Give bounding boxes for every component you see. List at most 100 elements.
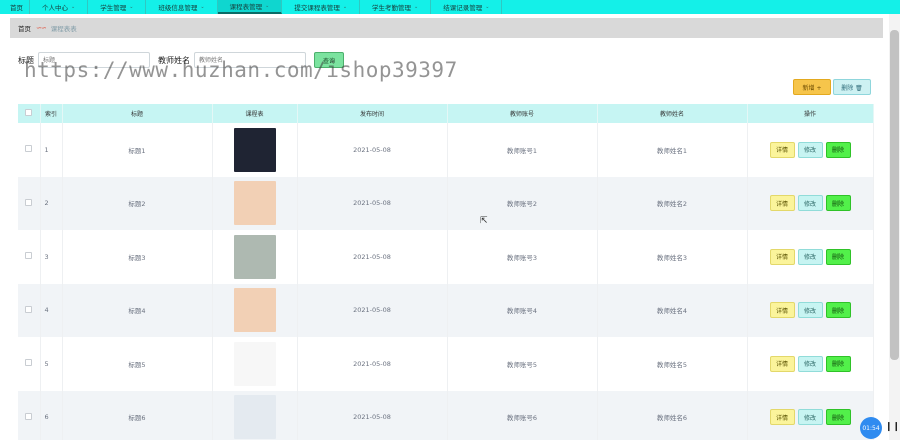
schedule-thumbnail-image[interactable] — [233, 395, 276, 440]
row-schedule-image-cell — [212, 283, 298, 337]
schedule-thumbnail-image[interactable] — [233, 341, 276, 386]
nav-item-3[interactable]: 班级信息管理 ⌄ — [146, 0, 218, 14]
row-checkbox[interactable] — [25, 359, 33, 367]
nav-item-label: 提交课程表管理 — [294, 4, 340, 12]
row-schedule-image-cell — [212, 230, 298, 284]
nav-item-2[interactable]: 学生管理 ⌄ — [88, 0, 147, 14]
detail-button[interactable]: 详情 — [769, 141, 795, 158]
scrollbar-thumb[interactable] — [890, 30, 899, 360]
row-checkbox[interactable] — [25, 252, 33, 260]
breadcrumb: 首页 ∽∽ 课程表表 — [10, 18, 883, 38]
delete-button[interactable]: 删除 — [825, 355, 851, 372]
nav-item-6[interactable]: 学生考勤管理 ⌄ — [360, 0, 432, 14]
column-header: 索引 — [40, 104, 63, 123]
row-actions: 详情 修改 删除 — [747, 283, 874, 337]
nav-item-label: 结课记录管理 — [443, 4, 483, 12]
row-checkbox-cell[interactable] — [18, 123, 41, 177]
batch-delete-button[interactable]: 删除 🗑 — [833, 79, 871, 95]
row-index: 6 — [40, 390, 63, 440]
nav-item-1[interactable]: 个人中心 ⌄ — [30, 0, 89, 14]
edit-button[interactable]: 修改 — [797, 141, 823, 158]
schedule-thumbnail-image[interactable] — [233, 127, 276, 172]
row-index: 5 — [40, 337, 63, 391]
row-checkbox-cell[interactable] — [18, 176, 41, 230]
delete-button[interactable]: 删除 — [825, 409, 851, 426]
row-title: 标题6 — [62, 390, 213, 440]
nav-item-0[interactable]: 首页 — [4, 0, 30, 14]
row-index: 4 — [40, 283, 63, 337]
select-all-checkbox[interactable] — [25, 109, 33, 116]
row-checkbox-cell[interactable] — [18, 337, 41, 391]
row-teacher-name: 教师姓名4 — [597, 283, 748, 337]
row-checkbox[interactable] — [25, 198, 33, 206]
schedule-thumbnail-image[interactable] — [233, 181, 276, 226]
nav-item-label: 首页 — [10, 4, 23, 12]
breadcrumb-home[interactable]: 首页 — [18, 23, 31, 33]
schedule-thumbnail-image[interactable] — [233, 234, 276, 279]
row-teacher-name: 教师姓名2 — [597, 176, 748, 230]
row-publish-date: 2021-05-08 — [297, 283, 448, 337]
mouse-cursor-icon: ⇱ — [480, 216, 488, 226]
edit-button[interactable]: 修改 — [797, 248, 823, 265]
edit-button[interactable]: 修改 — [797, 302, 823, 319]
detail-button[interactable]: 详情 — [769, 302, 795, 319]
pause-icon[interactable]: ❙❙ — [885, 422, 900, 432]
row-publish-date: 2021-05-08 — [297, 337, 448, 391]
timer-badge[interactable]: 01:54 — [860, 417, 882, 439]
chevron-down-icon: ⌄ — [485, 4, 490, 10]
breadcrumb-separator: ∽∽ — [36, 24, 47, 32]
detail-button[interactable]: 详情 — [769, 195, 795, 212]
detail-button[interactable]: 详情 — [769, 355, 795, 372]
teacher-search-label: 教师姓名 — [158, 55, 190, 65]
chevron-down-icon: ⌄ — [71, 4, 76, 10]
teacher-search-input[interactable] — [194, 52, 306, 68]
row-title: 标题5 — [62, 337, 213, 391]
delete-button[interactable]: 删除 — [825, 302, 851, 319]
row-teacher-account: 教师账号3 — [447, 230, 598, 284]
table-row: 1 标题1 2021-05-08 教师账号1 教师姓名1 详情 修改 删除 — [18, 123, 874, 177]
select-all-checkbox-cell[interactable] — [18, 104, 41, 123]
edit-button[interactable]: 修改 — [797, 195, 823, 212]
query-button[interactable]: 查询 — [314, 52, 344, 68]
delete-button[interactable]: 删除 — [825, 248, 851, 265]
chevron-down-icon: ⌄ — [265, 3, 270, 9]
row-title: 标题1 — [62, 123, 213, 177]
chevron-down-icon: ⌄ — [200, 4, 205, 10]
detail-button[interactable]: 详情 — [769, 248, 795, 265]
row-publish-date: 2021-05-08 — [297, 176, 448, 230]
row-teacher-account: 教师账号4 — [447, 283, 598, 337]
row-teacher-account: 教师账号2 — [447, 176, 598, 230]
edit-button[interactable]: 修改 — [797, 355, 823, 372]
delete-button[interactable]: 删除 — [825, 141, 851, 158]
row-checkbox-cell[interactable] — [18, 230, 41, 284]
row-publish-date: 2021-05-08 — [297, 123, 448, 177]
column-header: 操作 — [747, 104, 874, 123]
column-header: 教师账号 — [447, 104, 598, 123]
nav-item-4[interactable]: 课程表管理 ⌄ — [217, 0, 283, 14]
detail-button[interactable]: 详情 — [769, 409, 795, 426]
add-button[interactable]: 新增 + — [793, 79, 831, 95]
row-schedule-image-cell — [212, 390, 298, 440]
title-search-input[interactable] — [38, 52, 150, 68]
chevron-down-icon: ⌄ — [129, 4, 134, 10]
delete-button[interactable]: 删除 — [825, 195, 851, 212]
row-checkbox[interactable] — [25, 412, 33, 420]
nav-item-label: 班级信息管理 — [158, 4, 198, 12]
row-checkbox[interactable] — [25, 145, 33, 153]
column-header: 发布时间 — [297, 104, 448, 123]
row-actions: 详情 修改 删除 — [747, 230, 874, 284]
row-teacher-account: 教师账号6 — [447, 390, 598, 440]
table-row: 2 标题2 2021-05-08 教师账号2 教师姓名2 详情 修改 删除 — [18, 176, 874, 230]
nav-item-7[interactable]: 结课记录管理 ⌄ — [431, 0, 503, 14]
row-teacher-name: 教师姓名1 — [597, 123, 748, 177]
edit-button[interactable]: 修改 — [797, 409, 823, 426]
row-checkbox-cell[interactable] — [18, 283, 41, 337]
nav-item-label: 学生考勤管理 — [372, 4, 412, 12]
nav-item-5[interactable]: 提交课程表管理 ⌄ — [282, 0, 361, 14]
row-checkbox[interactable] — [25, 305, 33, 313]
column-header: 教师姓名 — [597, 104, 748, 123]
schedule-thumbnail-image[interactable] — [233, 288, 276, 333]
row-teacher-account: 教师账号5 — [447, 337, 598, 391]
row-checkbox-cell[interactable] — [18, 390, 41, 440]
row-index: 2 — [40, 176, 63, 230]
